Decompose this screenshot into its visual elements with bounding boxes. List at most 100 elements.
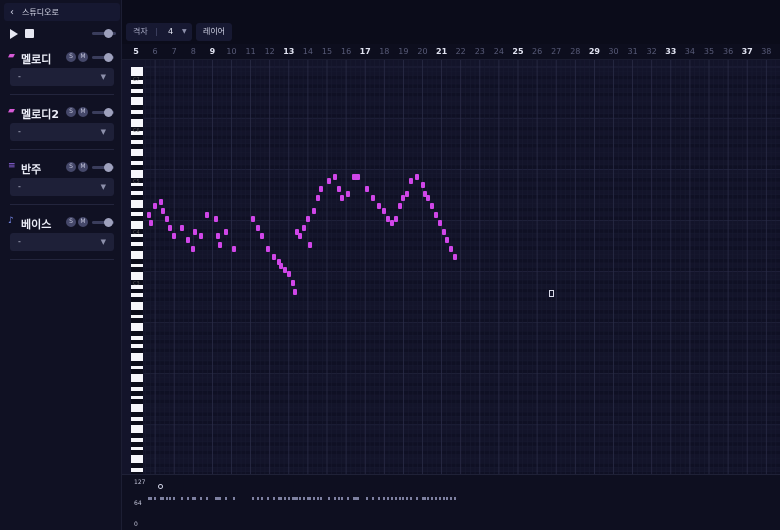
bar-number[interactable]: 30 (608, 47, 618, 56)
midi-note[interactable] (149, 220, 154, 227)
velocity-bar[interactable] (423, 497, 426, 500)
midi-note[interactable] (382, 207, 387, 214)
bar-number[interactable]: 38 (761, 47, 771, 56)
midi-note[interactable] (168, 224, 173, 231)
solo-button[interactable]: S (66, 52, 76, 62)
bar-ruler[interactable]: 5 6 7 8 9 10 11 12 13 14 15 16 17 18 19 20 21 22 23 24 25 26 2… (122, 44, 780, 60)
bar-number[interactable]: 34 (685, 47, 695, 56)
black-key[interactable] (131, 207, 143, 213)
black-key[interactable] (131, 288, 143, 294)
midi-note[interactable] (311, 207, 316, 214)
midi-note[interactable] (327, 177, 331, 184)
black-key[interactable] (131, 267, 143, 273)
velocity-bar[interactable] (316, 497, 319, 500)
bar-number[interactable]: 10 (226, 47, 236, 56)
velocity-bar[interactable] (219, 497, 222, 500)
midi-note[interactable] (397, 203, 402, 210)
velocity-bar[interactable] (328, 497, 330, 500)
midi-note[interactable] (179, 224, 184, 231)
velocity-bar[interactable] (200, 497, 203, 500)
velocity-bar[interactable] (224, 497, 227, 500)
midi-note[interactable] (256, 224, 261, 231)
midi-note[interactable] (319, 186, 324, 193)
black-key[interactable] (131, 450, 143, 456)
piano-keyboard[interactable]: C7 C6 C5 C4 C3 (131, 67, 143, 474)
black-key[interactable] (131, 258, 143, 264)
velocity-bar[interactable] (169, 497, 172, 500)
mute-button[interactable]: M (78, 107, 88, 117)
slider-knob[interactable] (104, 108, 113, 117)
midi-note[interactable] (305, 216, 310, 223)
velocity-bar[interactable] (410, 497, 413, 500)
black-key[interactable] (131, 382, 143, 388)
velocity-bar[interactable] (450, 497, 453, 500)
bar-number[interactable]: 33 (665, 47, 676, 56)
edit-cursor[interactable] (549, 290, 554, 297)
midi-note[interactable] (414, 173, 419, 180)
bar-number[interactable]: 13 (283, 47, 294, 56)
velocity-bar[interactable] (398, 497, 401, 500)
velocity-bar[interactable] (394, 497, 397, 500)
black-key[interactable] (131, 143, 143, 149)
midi-note[interactable] (286, 271, 291, 278)
midi-note[interactable] (340, 194, 345, 201)
black-key[interactable] (131, 360, 143, 366)
black-key[interactable] (131, 92, 143, 98)
bar-number[interactable]: 12 (265, 47, 275, 56)
black-key[interactable] (131, 369, 143, 375)
velocity-bar[interactable] (194, 497, 197, 500)
black-key[interactable] (131, 390, 143, 396)
black-key[interactable] (131, 399, 143, 405)
black-key[interactable] (131, 420, 143, 426)
midi-note[interactable] (158, 199, 163, 206)
velocity-bar[interactable] (333, 497, 336, 500)
velocity-bar[interactable] (272, 497, 275, 500)
midi-note[interactable] (164, 216, 169, 223)
velocity-bar[interactable] (261, 497, 264, 500)
velocity-bar[interactable] (347, 497, 350, 500)
black-key[interactable] (131, 194, 143, 200)
midi-note[interactable] (298, 233, 303, 240)
track-accompaniment[interactable]: ≡ 반주 S M - ▼ (8, 161, 116, 211)
midi-note[interactable] (290, 280, 295, 286)
midi-note[interactable] (214, 216, 219, 223)
midi-note[interactable] (405, 190, 410, 197)
midi-note[interactable] (204, 211, 209, 218)
midi-note[interactable] (292, 288, 297, 295)
velocity-bar[interactable] (356, 497, 359, 500)
bar-number[interactable]: 22 (456, 47, 466, 56)
track-melody2[interactable]: ▰ 멜로디2 S M - ▼ (8, 106, 116, 156)
midi-note[interactable] (449, 245, 454, 252)
note-grid[interactable] (144, 60, 780, 474)
mute-button[interactable]: M (78, 217, 88, 227)
velocity-bar[interactable] (165, 497, 168, 500)
layer-button[interactable]: 레이어 (196, 23, 232, 41)
black-key[interactable] (131, 164, 143, 170)
midi-note[interactable] (231, 245, 236, 252)
midi-note[interactable] (160, 207, 165, 214)
bar-number[interactable]: 24 (494, 47, 504, 56)
back-to-studio-button[interactable]: ‹ 스튜디오로 (4, 3, 120, 21)
velocity-bar[interactable] (371, 497, 374, 500)
track-melody[interactable]: ▰ 멜로디 S M - ▼ (8, 51, 116, 101)
black-key[interactable] (131, 309, 143, 315)
velocity-bar[interactable] (320, 497, 323, 500)
midi-note[interactable] (437, 220, 442, 227)
velocity-bar[interactable] (295, 497, 298, 500)
black-key[interactable] (131, 245, 143, 251)
velocity-bar[interactable] (186, 497, 189, 500)
black-key[interactable] (131, 433, 143, 439)
track-volume-slider[interactable] (92, 108, 114, 117)
midi-note[interactable] (223, 228, 228, 235)
velocity-bar[interactable] (257, 497, 260, 500)
midi-note[interactable] (332, 173, 337, 180)
bar-number[interactable]: 20 (417, 47, 427, 56)
velocity-handle-icon[interactable] (158, 484, 163, 489)
solo-button[interactable]: S (66, 107, 76, 117)
midi-note[interactable] (302, 224, 307, 231)
bar-number[interactable]: 19 (398, 47, 408, 56)
midi-note[interactable] (409, 177, 414, 184)
midi-note[interactable] (441, 228, 446, 235)
velocity-bar[interactable] (431, 497, 434, 500)
velocity-bar[interactable] (415, 497, 418, 500)
